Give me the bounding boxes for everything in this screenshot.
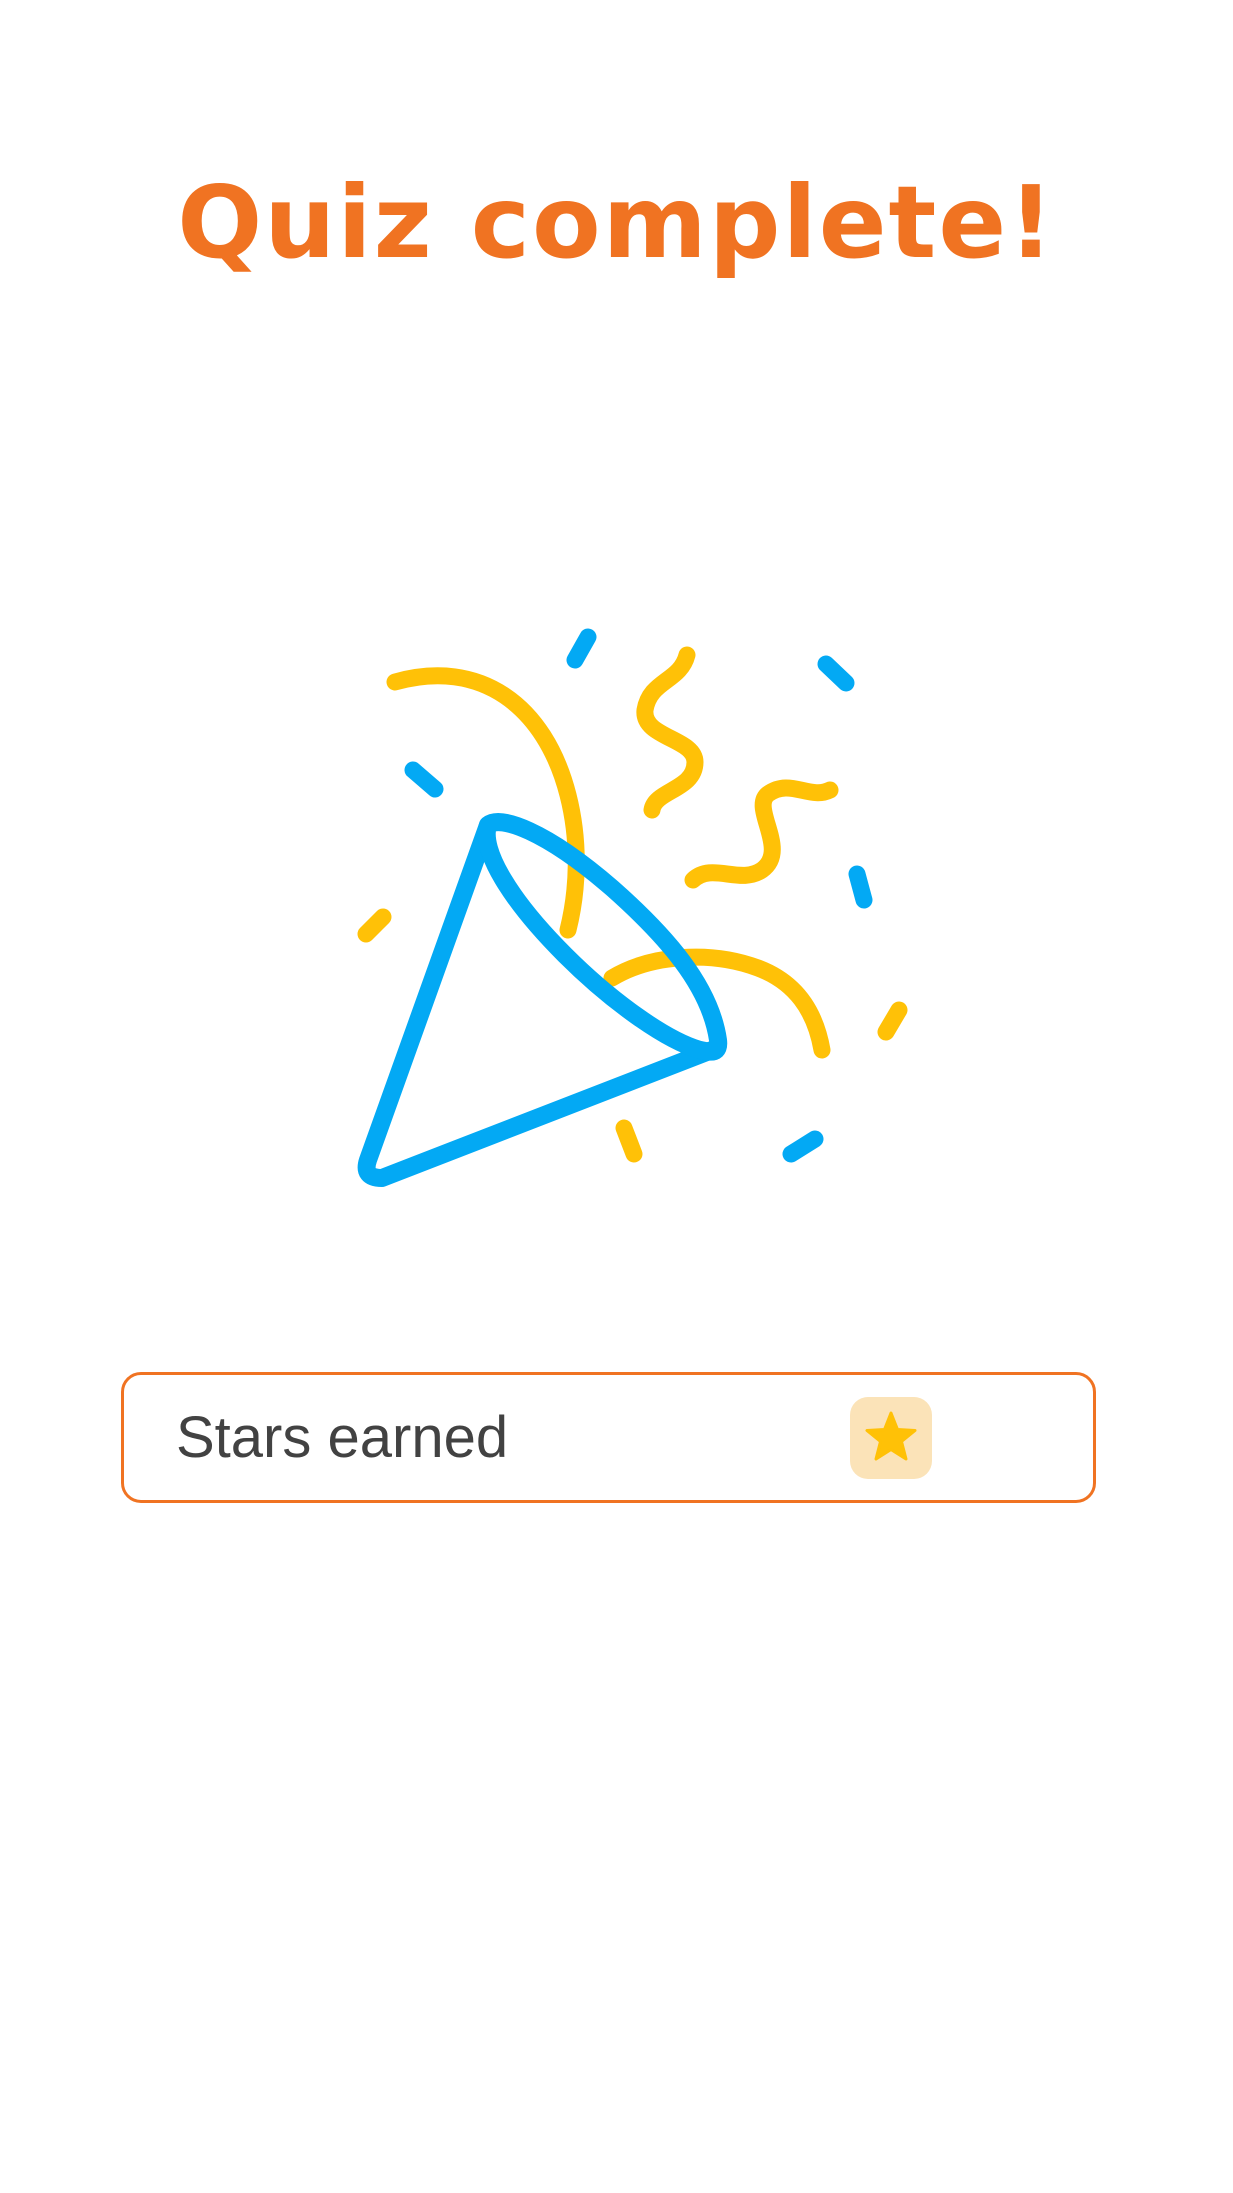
party-popper-icon [340, 610, 940, 1190]
star-badge [850, 1397, 932, 1479]
stars-earned-label: Stars earned [176, 1405, 509, 1470]
stars-earned-card: Stars earned [121, 1372, 1096, 1503]
page-title: Quiz complete! [177, 164, 1056, 281]
star-icon [865, 1411, 917, 1461]
quiz-complete-screen: Quiz complete! Stars earned [0, 0, 1233, 2193]
